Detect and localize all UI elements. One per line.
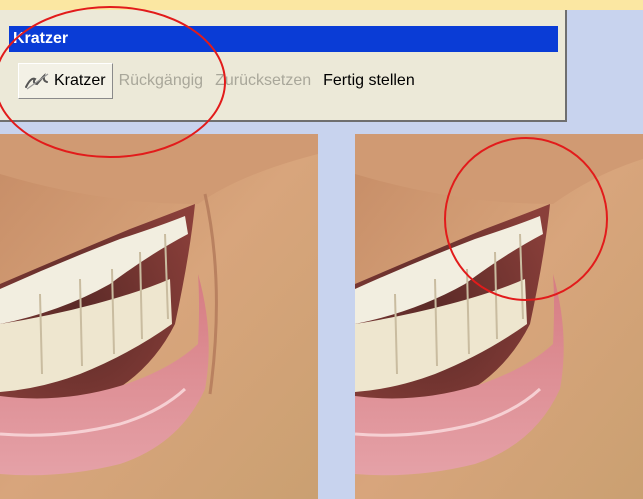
kratzer-tool-label: Kratzer	[54, 72, 106, 89]
before-photo	[0, 134, 318, 499]
panel-title: Kratzer	[9, 26, 558, 52]
undo-button[interactable]: Rückgängig	[115, 63, 210, 99]
kratzer-tool-button[interactable]: Kratzer	[18, 63, 113, 99]
after-photo	[355, 134, 643, 499]
scratch-brush-icon	[23, 69, 51, 93]
finish-button[interactable]: Fertig stellen	[319, 63, 421, 99]
undo-label: Rückgängig	[118, 72, 204, 89]
reset-label: Zurücksetzen	[215, 72, 312, 89]
top-strip	[0, 0, 643, 10]
scratch-tool-panel: Kratzer Kratzer Rückgängig Zurücksetzen …	[0, 10, 567, 122]
reset-button[interactable]: Zurücksetzen	[211, 63, 317, 99]
finish-label: Fertig stellen	[323, 72, 415, 89]
toolbar: Kratzer Rückgängig Zurücksetzen Fertig s…	[18, 62, 558, 100]
